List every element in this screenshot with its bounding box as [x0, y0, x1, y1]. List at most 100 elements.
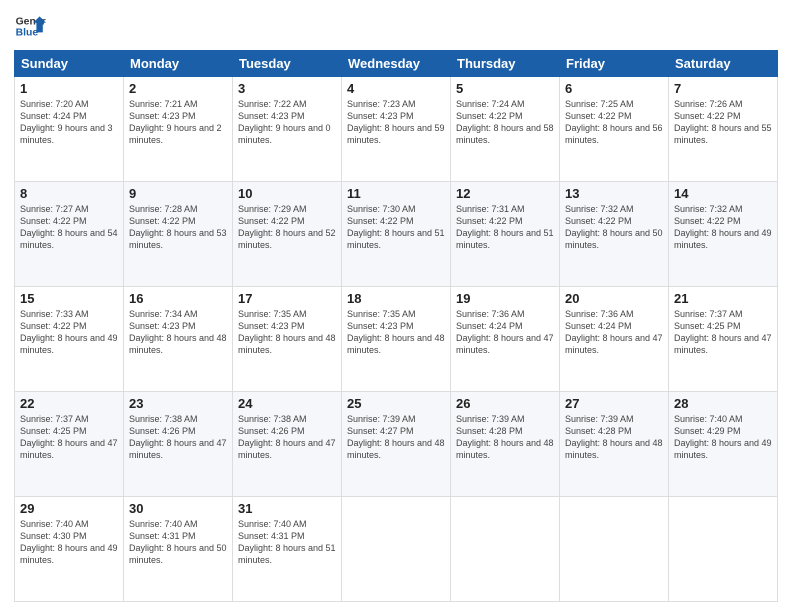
cell-info: Sunrise: 7:24 AMSunset: 4:22 PMDaylight:…	[456, 99, 554, 145]
calendar-header-row: SundayMondayTuesdayWednesdayThursdayFrid…	[15, 51, 778, 77]
cell-info: Sunrise: 7:39 AMSunset: 4:27 PMDaylight:…	[347, 414, 445, 460]
cell-info: Sunrise: 7:38 AMSunset: 4:26 PMDaylight:…	[238, 414, 336, 460]
calendar-cell: 15 Sunrise: 7:33 AMSunset: 4:22 PMDayligh…	[15, 287, 124, 392]
cell-info: Sunrise: 7:40 AMSunset: 4:31 PMDaylight:…	[129, 519, 227, 565]
calendar-cell: 26Sunrise: 7:39 AMSunset: 4:28 PMDayligh…	[451, 392, 560, 497]
calendar-cell: 22Sunrise: 7:37 AMSunset: 4:25 PMDayligh…	[15, 392, 124, 497]
weekday-header: Tuesday	[233, 51, 342, 77]
day-number: 18	[347, 291, 445, 306]
day-number: 27	[565, 396, 663, 411]
day-number: 13	[565, 186, 663, 201]
day-number: 17	[238, 291, 336, 306]
cell-info: Sunrise: 7:34 AMSunset: 4:23 PMDaylight:…	[129, 309, 227, 355]
cell-info: Sunrise: 7:25 AMSunset: 4:22 PMDaylight:…	[565, 99, 663, 145]
cell-info: Sunrise: 7:30 AMSunset: 4:22 PMDaylight:…	[347, 204, 445, 250]
day-number: 19	[456, 291, 554, 306]
calendar-cell	[342, 497, 451, 602]
day-number: 7	[674, 81, 772, 96]
cell-info: Sunrise: 7:35 AMSunset: 4:23 PMDaylight:…	[238, 309, 336, 355]
calendar-cell: 11 Sunrise: 7:30 AMSunset: 4:22 PMDayligh…	[342, 182, 451, 287]
cell-info: Sunrise: 7:35 AMSunset: 4:23 PMDaylight:…	[347, 309, 445, 355]
day-number: 28	[674, 396, 772, 411]
calendar-cell	[669, 497, 778, 602]
weekday-header: Saturday	[669, 51, 778, 77]
day-number: 29	[20, 501, 118, 516]
weekday-header: Sunday	[15, 51, 124, 77]
day-number: 5	[456, 81, 554, 96]
header: General Blue	[14, 10, 778, 42]
day-number: 8	[20, 186, 118, 201]
day-number: 25	[347, 396, 445, 411]
calendar-cell: 5 Sunrise: 7:24 AMSunset: 4:22 PMDaylight…	[451, 77, 560, 182]
calendar-week-row: 8Sunrise: 7:27 AMSunset: 4:22 PMDaylight…	[15, 182, 778, 287]
day-number: 14	[674, 186, 772, 201]
calendar-cell: 28Sunrise: 7:40 AMSunset: 4:29 PMDayligh…	[669, 392, 778, 497]
cell-info: Sunrise: 7:36 AMSunset: 4:24 PMDaylight:…	[565, 309, 663, 355]
day-number: 2	[129, 81, 227, 96]
cell-info: Sunrise: 7:22 AMSunset: 4:23 PMDaylight:…	[238, 99, 331, 145]
cell-info: Sunrise: 7:37 AMSunset: 4:25 PMDaylight:…	[674, 309, 772, 355]
calendar-cell: 24 Sunrise: 7:38 AMSunset: 4:26 PMDayligh…	[233, 392, 342, 497]
calendar-cell: 18 Sunrise: 7:35 AMSunset: 4:23 PMDayligh…	[342, 287, 451, 392]
weekday-header: Monday	[124, 51, 233, 77]
cell-info: Sunrise: 7:28 AMSunset: 4:22 PMDaylight:…	[129, 204, 227, 250]
cell-info: Sunrise: 7:33 AMSunset: 4:22 PMDaylight:…	[20, 309, 118, 355]
calendar-cell	[451, 497, 560, 602]
calendar-cell: 6Sunrise: 7:25 AMSunset: 4:22 PMDaylight…	[560, 77, 669, 182]
calendar-cell: 31 Sunrise: 7:40 AMSunset: 4:31 PMDayligh…	[233, 497, 342, 602]
calendar-cell: 3 Sunrise: 7:22 AMSunset: 4:23 PMDaylight…	[233, 77, 342, 182]
calendar-cell: 9 Sunrise: 7:28 AMSunset: 4:22 PMDaylight…	[124, 182, 233, 287]
cell-info: Sunrise: 7:21 AMSunset: 4:23 PMDaylight:…	[129, 99, 222, 145]
cell-info: Sunrise: 7:40 AMSunset: 4:30 PMDaylight:…	[20, 519, 118, 565]
day-number: 11	[347, 186, 445, 201]
cell-info: Sunrise: 7:31 AMSunset: 4:22 PMDaylight:…	[456, 204, 554, 250]
calendar-cell: 8Sunrise: 7:27 AMSunset: 4:22 PMDaylight…	[15, 182, 124, 287]
day-number: 15	[20, 291, 118, 306]
weekday-header: Thursday	[451, 51, 560, 77]
weekday-header: Wednesday	[342, 51, 451, 77]
calendar-cell	[560, 497, 669, 602]
day-number: 9	[129, 186, 227, 201]
cell-info: Sunrise: 7:39 AMSunset: 4:28 PMDaylight:…	[456, 414, 554, 460]
cell-info: Sunrise: 7:40 AMSunset: 4:31 PMDaylight:…	[238, 519, 336, 565]
cell-info: Sunrise: 7:39 AMSunset: 4:28 PMDaylight:…	[565, 414, 663, 460]
day-number: 24	[238, 396, 336, 411]
day-number: 20	[565, 291, 663, 306]
calendar-cell: 27 Sunrise: 7:39 AMSunset: 4:28 PMDayligh…	[560, 392, 669, 497]
calendar-cell: 20 Sunrise: 7:36 AMSunset: 4:24 PMDayligh…	[560, 287, 669, 392]
calendar-table: SundayMondayTuesdayWednesdayThursdayFrid…	[14, 50, 778, 602]
day-number: 30	[129, 501, 227, 516]
cell-info: Sunrise: 7:32 AMSunset: 4:22 PMDaylight:…	[565, 204, 663, 250]
day-number: 31	[238, 501, 336, 516]
calendar-week-row: 29 Sunrise: 7:40 AMSunset: 4:30 PMDayligh…	[15, 497, 778, 602]
calendar-cell: 4 Sunrise: 7:23 AMSunset: 4:23 PMDaylight…	[342, 77, 451, 182]
calendar-cell: 2 Sunrise: 7:21 AMSunset: 4:23 PMDaylight…	[124, 77, 233, 182]
day-number: 10	[238, 186, 336, 201]
day-number: 1	[20, 81, 118, 96]
calendar-cell: 29 Sunrise: 7:40 AMSunset: 4:30 PMDayligh…	[15, 497, 124, 602]
cell-info: Sunrise: 7:23 AMSunset: 4:23 PMDaylight:…	[347, 99, 445, 145]
calendar-cell: 12 Sunrise: 7:31 AMSunset: 4:22 PMDayligh…	[451, 182, 560, 287]
calendar-cell: 25 Sunrise: 7:39 AMSunset: 4:27 PMDayligh…	[342, 392, 451, 497]
day-number: 16	[129, 291, 227, 306]
calendar-cell: 16 Sunrise: 7:34 AMSunset: 4:23 PMDayligh…	[124, 287, 233, 392]
day-number: 12	[456, 186, 554, 201]
calendar-cell: 13 Sunrise: 7:32 AMSunset: 4:22 PMDayligh…	[560, 182, 669, 287]
calendar-cell: 17 Sunrise: 7:35 AMSunset: 4:23 PMDayligh…	[233, 287, 342, 392]
cell-info: Sunrise: 7:32 AMSunset: 4:22 PMDaylight:…	[674, 204, 772, 250]
calendar-week-row: 22Sunrise: 7:37 AMSunset: 4:25 PMDayligh…	[15, 392, 778, 497]
page: General Blue SundayMondayTuesdayWednesda…	[0, 0, 792, 612]
calendar-cell: 14 Sunrise: 7:32 AMSunset: 4:22 PMDayligh…	[669, 182, 778, 287]
calendar-week-row: 15 Sunrise: 7:33 AMSunset: 4:22 PMDayligh…	[15, 287, 778, 392]
calendar-cell: 10 Sunrise: 7:29 AMSunset: 4:22 PMDayligh…	[233, 182, 342, 287]
calendar-cell: 30 Sunrise: 7:40 AMSunset: 4:31 PMDayligh…	[124, 497, 233, 602]
logo-icon: General Blue	[14, 10, 46, 42]
logo: General Blue	[14, 10, 46, 42]
day-number: 3	[238, 81, 336, 96]
cell-info: Sunrise: 7:29 AMSunset: 4:22 PMDaylight:…	[238, 204, 336, 250]
day-number: 4	[347, 81, 445, 96]
cell-info: Sunrise: 7:36 AMSunset: 4:24 PMDaylight:…	[456, 309, 554, 355]
cell-info: Sunrise: 7:37 AMSunset: 4:25 PMDaylight:…	[20, 414, 118, 460]
calendar-cell: 1Sunrise: 7:20 AMSunset: 4:24 PMDaylight…	[15, 77, 124, 182]
cell-info: Sunrise: 7:26 AMSunset: 4:22 PMDaylight:…	[674, 99, 772, 145]
